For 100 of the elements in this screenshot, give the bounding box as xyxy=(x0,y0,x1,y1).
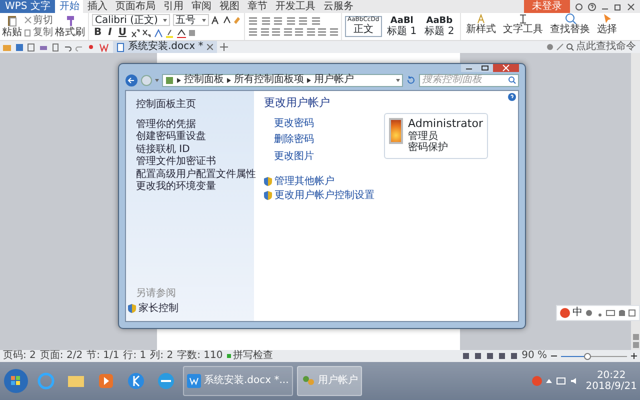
font-color-icon[interactable] xyxy=(176,28,186,38)
page-icon[interactable] xyxy=(51,42,60,52)
sidebar-link[interactable]: 更改我的环境变量 xyxy=(136,181,254,192)
keyboard-icon[interactable] xyxy=(606,308,615,317)
clock-date[interactable]: 2018/9/21 xyxy=(586,381,637,392)
format-painter-button[interactable]: 格式刷 xyxy=(55,14,85,38)
account-name: Administrator xyxy=(408,118,483,131)
paste-button[interactable]: 粘贴 xyxy=(2,14,22,38)
format-button[interactable]: U xyxy=(116,27,128,39)
ribbon-tab[interactable]: 引用 xyxy=(159,0,188,13)
breadcrumb-item[interactable]: 控制面板 xyxy=(184,74,224,86)
action-link[interactable]: 更改图片 xyxy=(274,150,314,162)
sidebar-link[interactable]: 配置高级用户配置文件属性 xyxy=(136,168,254,180)
help-icon[interactable] xyxy=(588,2,596,10)
font-name-field[interactable]: Calibri (正文) xyxy=(92,14,170,26)
align-left-icon[interactable] xyxy=(248,27,257,37)
text-tools-menu[interactable]: 文字工具 xyxy=(501,13,546,40)
shield-icon xyxy=(264,177,272,186)
volume-icon[interactable] xyxy=(570,377,578,385)
account-role: 管理员 xyxy=(408,130,438,142)
minimize-icon[interactable] xyxy=(461,64,477,72)
save-icon[interactable] xyxy=(15,42,24,52)
command-search-field[interactable]: 点此查找命令 xyxy=(566,41,636,53)
caret-icon[interactable] xyxy=(396,78,400,82)
action-link[interactable]: 更改用户帐户控制设置 xyxy=(274,190,374,202)
zoom-slider[interactable] xyxy=(561,352,627,360)
k-logo-icon[interactable] xyxy=(126,371,146,391)
text-effect-icon[interactable] xyxy=(154,28,163,38)
minus-icon[interactable] xyxy=(551,353,557,359)
back-icon[interactable] xyxy=(125,74,138,86)
slider-thumb[interactable] xyxy=(584,352,592,360)
sidebar-link[interactable]: 管理文件加密证书 xyxy=(136,156,254,168)
font-size-field[interactable]: 五号 xyxy=(172,14,208,26)
chevron-icon xyxy=(307,78,311,82)
caret-icon[interactable] xyxy=(155,78,159,82)
login-button[interactable]: 未登录 xyxy=(524,0,570,13)
cut-button[interactable]: 剪切 xyxy=(24,14,53,26)
highlighter-icon[interactable] xyxy=(165,28,174,38)
ribbon-tab[interactable]: 页面布局 xyxy=(111,0,160,13)
ribbon-tab[interactable]: 云服务 xyxy=(319,0,358,13)
input-mode-toggle[interactable]: 中 xyxy=(572,307,582,318)
ribbon-tab[interactable]: 开始 xyxy=(55,0,84,13)
subscript-icon[interactable] xyxy=(142,28,152,38)
copy-button[interactable]: 复制 xyxy=(24,27,53,38)
maximize-icon[interactable] xyxy=(477,64,493,72)
add-tab-icon[interactable] xyxy=(220,43,228,51)
shield-icon xyxy=(128,304,136,314)
sidebar-link[interactable]: 管理你的凭据 xyxy=(136,118,254,130)
sidebar-link[interactable]: 家长控制 xyxy=(138,302,178,314)
action-link[interactable]: 更改密码 xyxy=(274,118,314,130)
account-status: 密码保护 xyxy=(408,142,449,154)
print-preview-icon[interactable] xyxy=(27,42,36,52)
close-icon[interactable] xyxy=(627,2,635,10)
search-icon xyxy=(566,43,574,51)
status-text: 页面: 2/2 xyxy=(40,350,83,362)
help-icon[interactable] xyxy=(508,93,516,101)
media-player-icon[interactable] xyxy=(96,371,116,391)
new-style-command[interactable]: 新样式 xyxy=(464,13,498,40)
refresh-icon[interactable] xyxy=(406,75,416,85)
document-tab[interactable]: 系统安装.docx * xyxy=(113,41,218,53)
ribbon-tab[interactable]: 章节 xyxy=(243,0,272,13)
status-text: 字数: 110 xyxy=(177,350,223,362)
action-link[interactable]: 管理其他帐户 xyxy=(274,176,334,188)
start-orb-icon[interactable] xyxy=(3,368,29,394)
search-icon xyxy=(564,13,576,24)
style-icon xyxy=(476,13,487,24)
section-title: 另请参阅 xyxy=(136,288,177,300)
close-icon[interactable] xyxy=(493,64,519,72)
restore-icon[interactable] xyxy=(614,2,622,10)
plus-icon[interactable] xyxy=(631,353,637,359)
bullets-icon[interactable] xyxy=(248,16,258,26)
users-icon xyxy=(300,374,315,388)
wps-logo-icon[interactable] xyxy=(99,42,110,52)
superscript-icon[interactable] xyxy=(130,28,140,38)
format-button[interactable]: B xyxy=(92,27,104,39)
action-link[interactable]: 删除密码 xyxy=(274,134,314,146)
ribbon-tab[interactable]: 审阅 xyxy=(187,0,216,13)
photo-placeholder xyxy=(389,118,403,144)
text-tool-icon xyxy=(518,13,529,24)
format-button[interactable]: I xyxy=(106,27,114,39)
shrink-font-icon[interactable] xyxy=(222,16,230,24)
ribbon-tab[interactable]: 视图 xyxy=(215,0,244,13)
style-option[interactable]: AaBl 标题 1 xyxy=(384,14,420,38)
s-logo-icon[interactable] xyxy=(560,308,570,318)
sidebar-link[interactable]: 链接联机 ID xyxy=(136,144,254,155)
app-logo: WPS 文字 xyxy=(0,0,56,13)
sidebar-link[interactable]: 创建密码重设盘 xyxy=(136,131,254,142)
ribbon-tab[interactable]: 插入 xyxy=(83,0,112,13)
select-command[interactable]: 选择 xyxy=(595,13,620,40)
spell-check-toggle[interactable]: 拼写检查 xyxy=(226,350,274,362)
close-icon[interactable] xyxy=(207,44,214,50)
show-hidden-icon[interactable] xyxy=(546,378,552,384)
breadcrumb-item[interactable]: 用户帐户 xyxy=(314,74,354,86)
breadcrumb-item[interactable]: 所有控制面板项 xyxy=(234,74,304,86)
style-option[interactable]: AaBb 标题 2 xyxy=(422,14,458,38)
sidebar-link[interactable]: 控制面板主页 xyxy=(136,99,254,110)
find-replace-command[interactable]: 查找替换 xyxy=(548,13,592,40)
w-logo-icon xyxy=(187,374,201,388)
ribbon-tab[interactable]: 开发工具 xyxy=(271,0,320,13)
grow-font-icon[interactable] xyxy=(211,16,220,25)
